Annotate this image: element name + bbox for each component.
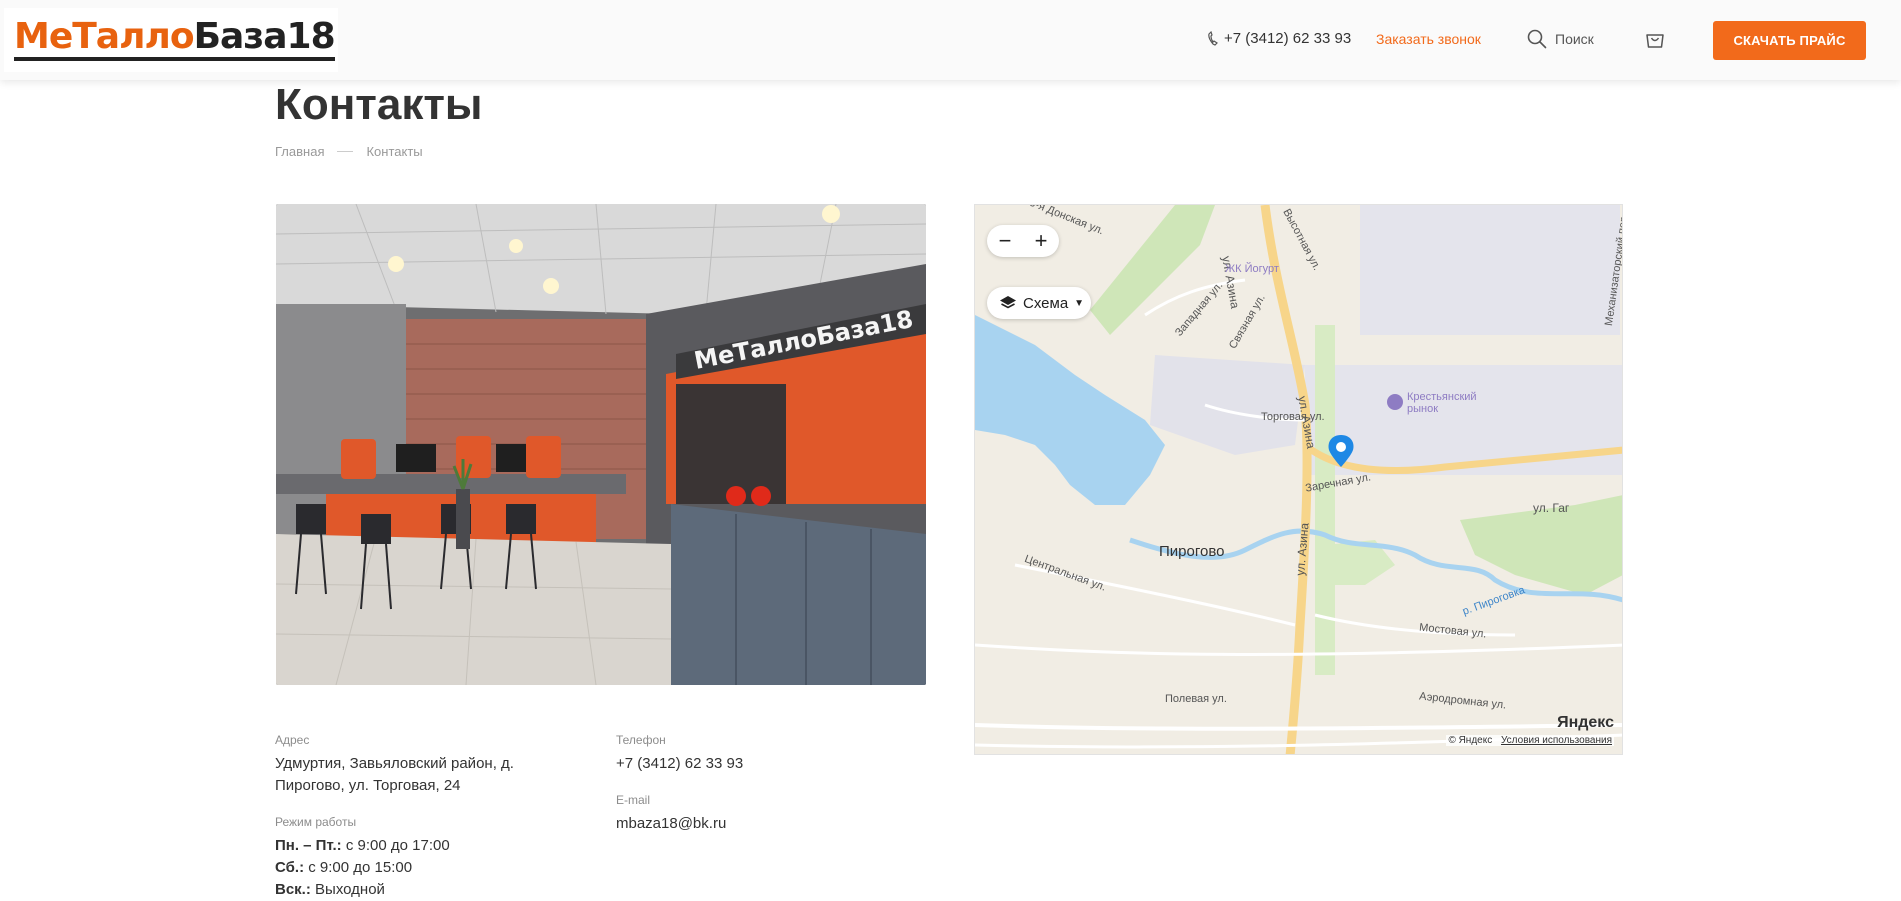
- callback-link[interactable]: Заказать звонок: [1376, 31, 1481, 47]
- chevron-down-icon: ▼: [1074, 297, 1085, 309]
- logo-part-2: Талло: [72, 16, 194, 57]
- phone-label: Телефон: [616, 733, 666, 747]
- hours-label: Режим работы: [275, 815, 357, 829]
- map-place-label: Пирогово: [1159, 543, 1225, 560]
- hours-row: Пн. – Пт.: с 9:00 до 17:00: [275, 835, 450, 857]
- address-line-2: Пирогово, ул. Торговая, 24: [275, 777, 461, 794]
- map-copyright: © Яндекс: [1448, 735, 1493, 746]
- breadcrumb-current: Контакты: [366, 144, 423, 159]
- phone-value[interactable]: +7 (3412) 62 33 93: [616, 753, 743, 775]
- search-button[interactable]: Поиск: [1527, 29, 1594, 49]
- logo-part-3: База18: [193, 16, 336, 57]
- yandex-logo: Яндекс: [1557, 714, 1614, 731]
- header-phone[interactable]: +7 (3412) 62 33 93: [1208, 30, 1351, 47]
- working-hours: Пн. – Пт.: с 9:00 до 17:00 Сб.: с 9:00 д…: [275, 835, 450, 901]
- site-header: МеТаллоБаза18 +7 (3412) 62 33 93 Заказат…: [0, 0, 1901, 80]
- breadcrumb: Главная Контакты: [275, 144, 423, 159]
- email-label: E-mail: [616, 793, 651, 807]
- header-phone-number: +7 (3412) 62 33 93: [1224, 30, 1352, 47]
- logo[interactable]: МеТаллоБаза18: [4, 8, 338, 72]
- map-layers-button[interactable]: Схема ▼: [987, 287, 1091, 319]
- address-line-1: Удмуртия, Завьяловский район, д.: [275, 755, 514, 772]
- logo-part-1: Ме: [14, 16, 73, 57]
- download-price-button[interactable]: СКАЧАТЬ ПРАЙС: [1713, 21, 1866, 60]
- map-zoom-control: − +: [987, 225, 1059, 257]
- cart-button[interactable]: [1644, 28, 1666, 55]
- zoom-out-button[interactable]: −: [990, 228, 1020, 254]
- search-label: Поиск: [1555, 31, 1594, 47]
- email-value[interactable]: mbaza18@bk.ru: [616, 813, 726, 835]
- search-icon: [1527, 29, 1547, 49]
- breadcrumb-separator: [337, 151, 354, 152]
- cart-icon: [1646, 34, 1664, 48]
- map-poi-label: Крестьянский рынок: [1407, 391, 1477, 415]
- address-value: Удмуртия, Завьяловский район, д. Пирогов…: [275, 753, 514, 797]
- hours-time: с 9:00 до 15:00: [304, 859, 413, 876]
- breadcrumb-home[interactable]: Главная: [275, 144, 324, 159]
- phone-icon: [1208, 31, 1218, 46]
- hours-day: Вск.:: [275, 881, 311, 898]
- hours-day: Пн. – Пт.:: [275, 837, 342, 854]
- office-photo: МеТаллоБаза18: [276, 204, 926, 685]
- hours-time: Выходной: [310, 881, 385, 898]
- layers-icon: [1000, 296, 1016, 309]
- layers-label: Схема: [1023, 294, 1069, 312]
- office-photo-illustration: МеТаллоБаза18: [276, 204, 926, 685]
- zoom-in-button[interactable]: +: [1026, 228, 1056, 254]
- map-street-label: Торговая ул.: [1261, 411, 1325, 423]
- map-attribution: © Яндекс Условия использования: [1446, 735, 1614, 746]
- map-poi-label: ЖК Йогурт: [1225, 263, 1279, 275]
- hours-row: Сб.: с 9:00 до 15:00: [275, 857, 450, 879]
- page-title: Контакты: [275, 80, 483, 129]
- map-terms-link[interactable]: Условия использования: [1501, 735, 1612, 746]
- map-street-label: Полевая ул.: [1165, 693, 1227, 705]
- yandex-map[interactable]: − + Схема ▼ ул. Азина ул. Азина ул. Азин…: [974, 204, 1623, 755]
- map-street-label: ул. Гаг: [1533, 501, 1570, 515]
- address-label: Адрес: [275, 733, 310, 747]
- hours-time: с 9:00 до 17:00: [341, 837, 450, 854]
- hours-day: Сб.:: [275, 859, 305, 876]
- logo-text: МеТаллоБаза18: [14, 16, 336, 61]
